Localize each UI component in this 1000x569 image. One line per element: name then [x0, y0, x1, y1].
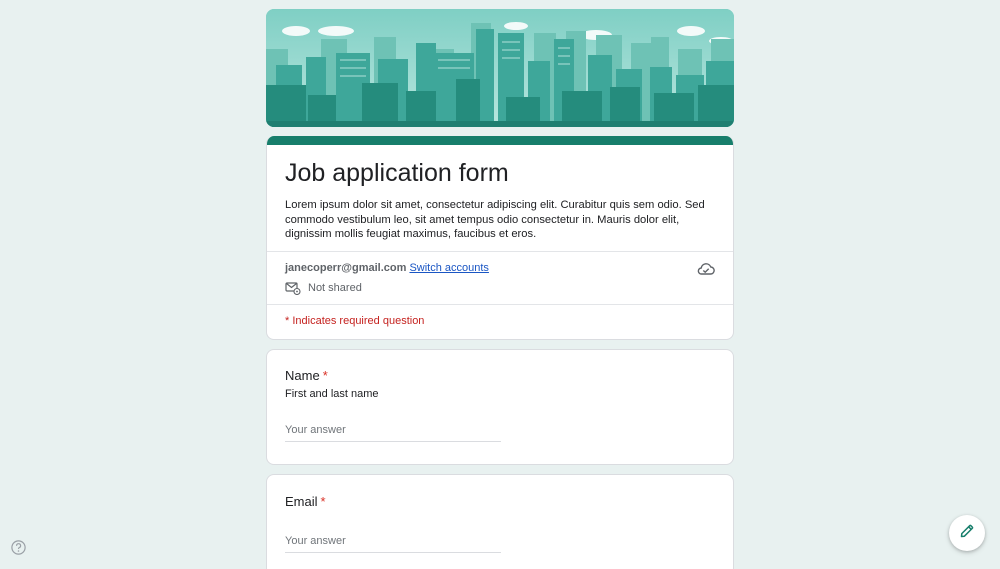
required-note: * Indicates required question	[285, 314, 425, 327]
mail-settings-icon	[285, 281, 301, 295]
help-icon[interactable]	[11, 540, 26, 555]
account-row: janecoperr@gmail.com Switch accounts Not…	[267, 252, 733, 304]
form-description: Lorem ipsum dolor sit amet, consectetur …	[285, 199, 705, 241]
question-help-text: First and last name	[285, 387, 379, 400]
cloud-saved-icon[interactable]	[697, 261, 715, 277]
required-star: *	[322, 367, 328, 383]
question-label: Name	[285, 367, 320, 383]
form-header-card: Job application form Lorem ipsum dolor s…	[266, 136, 734, 340]
required-star: *	[320, 493, 326, 509]
accent-bar	[267, 136, 733, 145]
pencil-icon	[959, 523, 975, 544]
edit-fab-button[interactable]	[949, 515, 985, 551]
form-title: Job application form	[285, 159, 509, 187]
switch-accounts-link[interactable]: Switch accounts	[409, 262, 488, 274]
name-answer-input[interactable]	[285, 423, 501, 442]
question-card-email: Email *	[266, 473, 734, 569]
question-label: Email	[285, 493, 318, 509]
shared-status: Not shared	[308, 281, 362, 294]
question-title: Name *	[285, 368, 715, 384]
question-card-name: Name * First and last name	[266, 348, 734, 465]
header-banner	[266, 9, 734, 127]
account-email: janecoperr@gmail.com	[285, 261, 407, 274]
email-answer-input[interactable]	[285, 534, 501, 553]
form-column: Job application form Lorem ipsum dolor s…	[266, 9, 734, 569]
question-title: Email *	[285, 494, 715, 510]
